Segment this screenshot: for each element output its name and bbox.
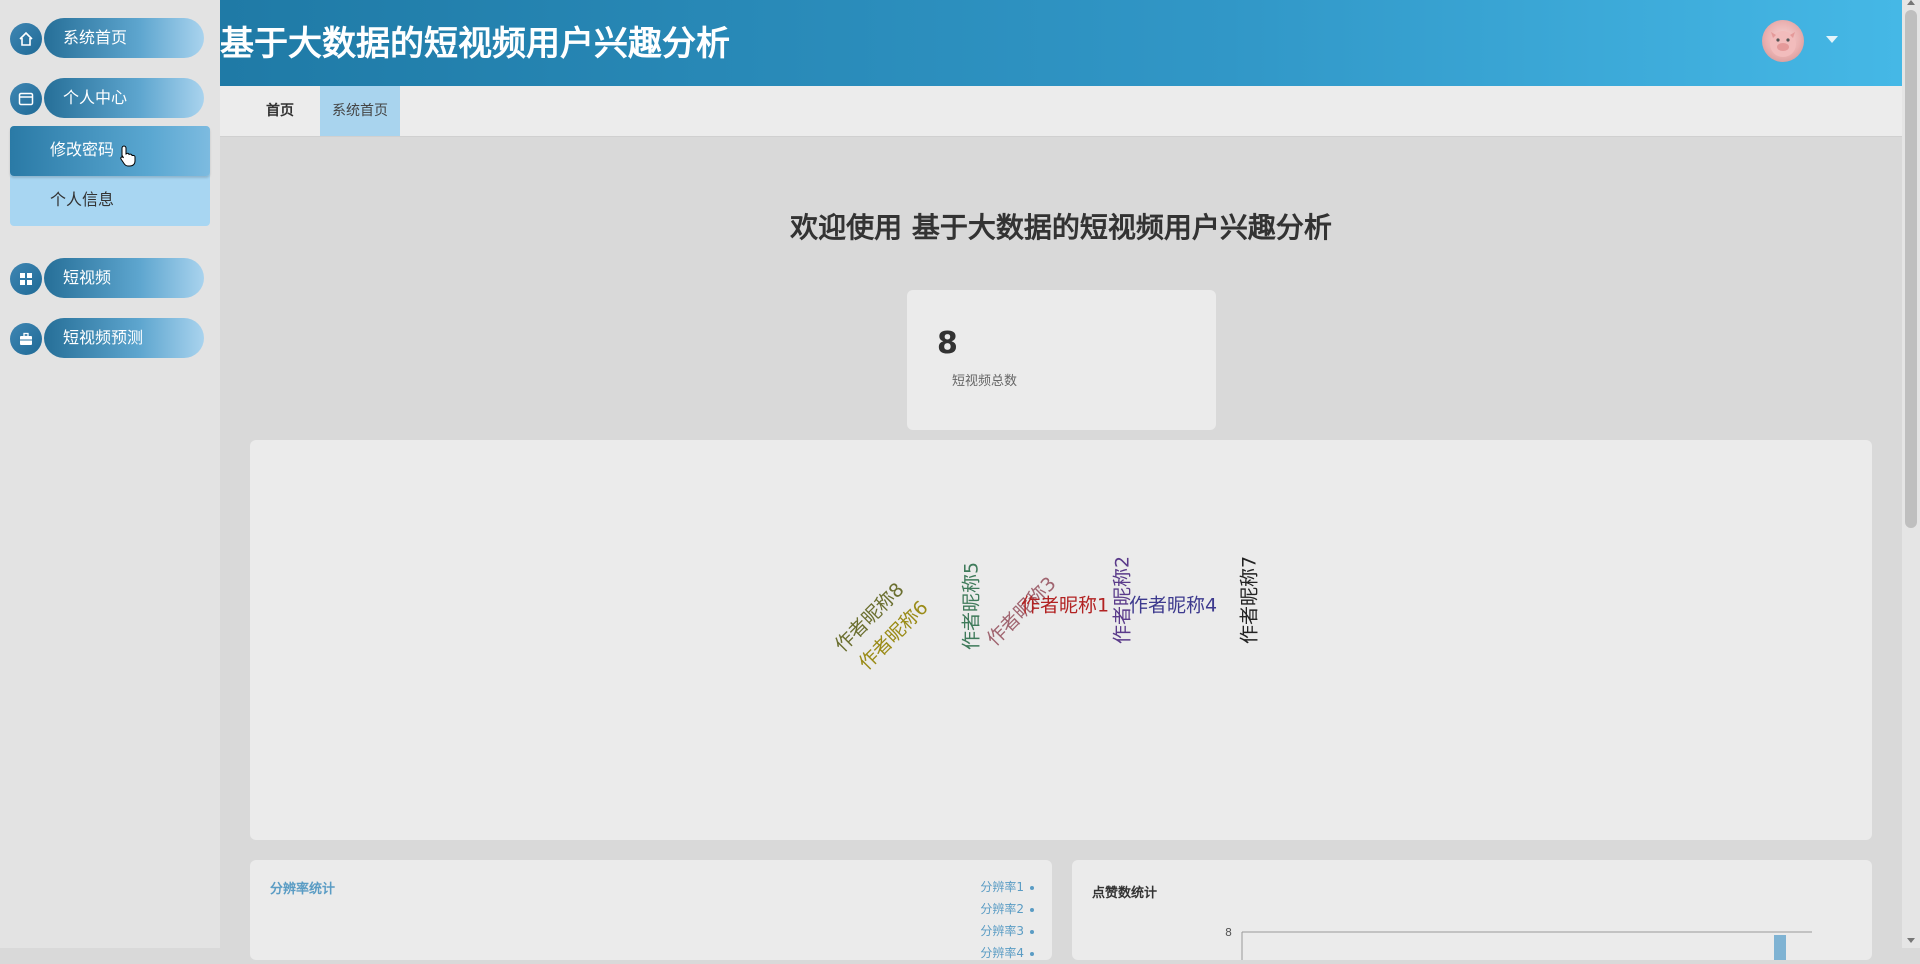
- chart-legend: 分辨率1 分辨率2 分辨率3 分辨率4: [980, 876, 1034, 964]
- submenu-item-personal-info[interactable]: 个人信息: [10, 176, 210, 224]
- likes-bar-chart: 8: [1225, 926, 1812, 960]
- top-header: 基于大数据的短视频用户兴趣分析: [220, 0, 1902, 86]
- pig-avatar-icon: [1770, 31, 1796, 57]
- tab-bar: 首页 系统首页: [220, 86, 1902, 137]
- legend-item[interactable]: 分辨率4: [980, 942, 1034, 964]
- legend-item[interactable]: 分辨率1: [980, 876, 1034, 898]
- sidebar-item-label: 短视频预测: [44, 318, 204, 358]
- avatar[interactable]: [1762, 20, 1804, 62]
- scroll-down-icon[interactable]: [1907, 938, 1915, 943]
- grid-icon: [10, 263, 42, 295]
- tab-system-home[interactable]: 系统首页: [320, 86, 400, 136]
- chart-title: 分辨率统计: [270, 882, 336, 897]
- wordcloud-word: 作者昵称4: [1129, 595, 1217, 617]
- stat-card-video-total: 8 短视频总数: [907, 290, 1216, 430]
- wordcloud-panel: 作者昵称8 作者昵称6 作者昵称5 作者昵称3 作者昵称1 作者昵称2 作者昵称4 作者昵称7: [250, 440, 1872, 840]
- app-title: 基于大数据的短视频用户兴趣分析: [220, 24, 730, 64]
- stat-value: 8: [937, 326, 958, 361]
- welcome-title: 欢迎使用 基于大数据的短视频用户兴趣分析: [790, 211, 1332, 244]
- sidebar: 系统首页 个人中心 修改密码 个人信息 短视频 短视频预测: [0, 0, 220, 948]
- likes-stats-panel: 点赞数统计 8: [1072, 860, 1872, 960]
- chevron-down-icon[interactable]: [1826, 36, 1838, 43]
- legend-item[interactable]: 分辨率3: [980, 920, 1034, 942]
- scroll-thumb[interactable]: [1905, 10, 1917, 528]
- wordcloud-word: 作者昵称5: [961, 562, 983, 650]
- stat-label: 短视频总数: [952, 374, 1018, 389]
- submenu-item-change-password[interactable]: 修改密码: [10, 126, 210, 176]
- tab-home[interactable]: 首页: [238, 86, 322, 136]
- sidebar-item-home[interactable]: 系统首页: [10, 18, 204, 58]
- hand-cursor-icon: [120, 145, 136, 171]
- user-card-icon: [10, 83, 42, 115]
- scrollbar[interactable]: [1902, 0, 1920, 948]
- scroll-up-icon[interactable]: [1907, 0, 1915, 5]
- legend-item[interactable]: 分辨率2: [980, 898, 1034, 920]
- sidebar-item-label: 个人中心: [44, 78, 204, 118]
- wordcloud-word: 作者昵称1: [1021, 595, 1109, 617]
- briefcase-icon: [10, 323, 42, 355]
- home-icon: [10, 23, 42, 55]
- sidebar-item-label: 系统首页: [44, 18, 204, 58]
- resolution-stats-panel: 分辨率统计 分辨率1 分辨率2 分辨率3 分辨率4: [250, 860, 1052, 960]
- personal-center-submenu: 修改密码 个人信息: [10, 126, 210, 226]
- sidebar-item-short-video[interactable]: 短视频: [10, 258, 204, 298]
- sidebar-item-short-video-prediction[interactable]: 短视频预测: [10, 318, 204, 358]
- sidebar-item-personal-center[interactable]: 个人中心: [10, 78, 204, 118]
- sidebar-item-label: 短视频: [44, 258, 204, 298]
- wordcloud-chart: 作者昵称8作者昵称6 作者昵称5 作者昵称3作者昵称1 作者昵称2作者昵称4 作者昵称7: [831, 556, 1261, 675]
- y-tick-label: 8: [1225, 926, 1232, 939]
- wordcloud-word: 作者昵称7: [1239, 556, 1261, 644]
